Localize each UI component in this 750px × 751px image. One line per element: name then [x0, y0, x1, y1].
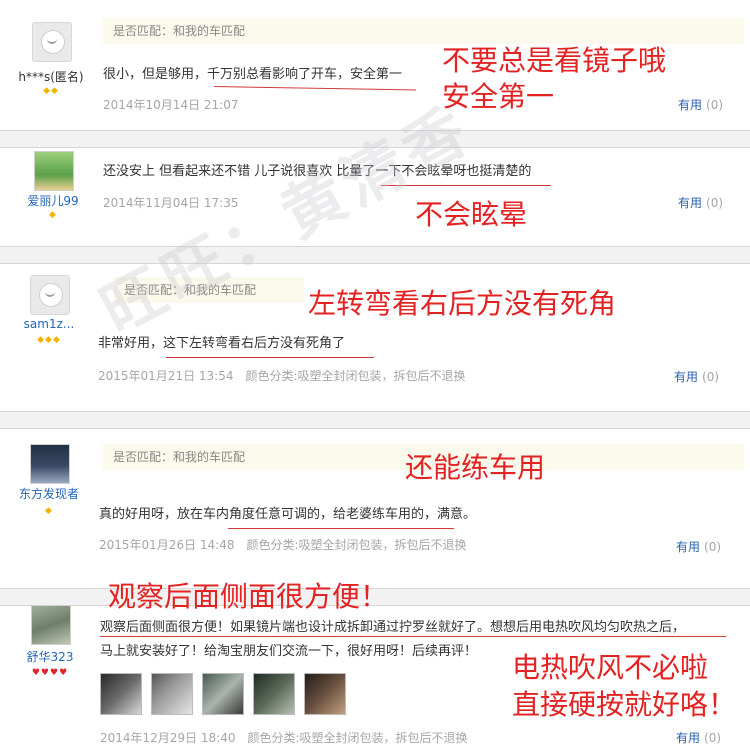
- date-text: 2014年11月04日 17:35: [103, 196, 239, 210]
- review-text: 很小，但是够用，千万别总看影响了开车，安全第一: [103, 67, 403, 82]
- review-meta: 2015年01月21日 13:54 颜色分类:吸塑全封闭包装，拆包后不退换: [98, 367, 478, 384]
- date-text: 2015年01月21日 13:54: [98, 369, 234, 383]
- review-4: 东方发现者 ◆ 是否匹配：和我的车匹配 真的好用呀，放在车内角度任意可调的，给老…: [6, 428, 744, 589]
- rank-diamond-icon: ◆: [49, 210, 57, 220]
- rank-heart-icon: ♥♥♥♥: [31, 668, 69, 678]
- review-date: 2014年10月14日 21:07: [103, 96, 250, 113]
- annotation-text: 电热吹风不必啦: [512, 651, 709, 684]
- photo-thumbnail[interactable]: [253, 673, 295, 715]
- annotation-text: 观察后面侧面很方便！: [108, 580, 389, 613]
- annotation-underline: [381, 185, 551, 186]
- divider: [0, 130, 750, 148]
- review-text: 马上就安装好了！给淘宝朋友们交流一下，很好用呀！后续再评！: [100, 644, 478, 659]
- review-photos: [100, 673, 346, 715]
- match-info: 是否匹配：和我的车匹配: [114, 277, 304, 303]
- annotation-underline: [100, 636, 726, 637]
- photo-thumbnail[interactable]: [304, 673, 346, 715]
- useful-label[interactable]: 有用: [674, 370, 698, 384]
- review-text: 非常好用，这下左转弯看右后方没有死角了: [98, 336, 346, 351]
- annotation-text: 不会眩晕: [415, 198, 528, 231]
- annotation-text: 不要总是看镜子哦: [442, 44, 667, 77]
- useful-button[interactable]: 有用 (0): [676, 729, 721, 746]
- rank-diamond-icon: ◆: [45, 506, 53, 516]
- avatar[interactable]: [30, 275, 70, 315]
- useful-count: (0): [704, 540, 722, 554]
- avatar[interactable]: [30, 444, 70, 484]
- avatar[interactable]: [32, 22, 72, 62]
- useful-count: (0): [702, 370, 720, 384]
- annotation-underline: [166, 357, 374, 358]
- rank-diamond-icon: ◆◆: [43, 86, 59, 96]
- divider: [0, 411, 750, 429]
- review-meta: 2014年12月29日 18:40 颜色分类:吸塑全封闭包装，拆包后不退换: [100, 729, 480, 746]
- review-meta: 2015年01月26日 14:48 颜色分类:吸塑全封闭包装，拆包后不退换: [99, 536, 479, 553]
- annotation-underline: [228, 528, 454, 529]
- useful-label[interactable]: 有用: [676, 540, 700, 554]
- match-info: 是否匹配：和我的车匹配: [103, 18, 744, 44]
- useful-count: (0): [706, 98, 724, 112]
- photo-thumbnail[interactable]: [100, 673, 142, 715]
- useful-button[interactable]: 有用 (0): [676, 538, 721, 555]
- photo-thumbnail[interactable]: [151, 673, 193, 715]
- rank-diamond-icon: ◆◆◆: [37, 335, 61, 345]
- annotation-text: 左转弯看右后方没有死角: [308, 287, 617, 320]
- date-text: 2014年10月14日 21:07: [103, 98, 239, 112]
- useful-button[interactable]: 有用 (0): [674, 368, 719, 385]
- useful-button[interactable]: 有用 (0): [678, 194, 723, 211]
- useful-label[interactable]: 有用: [676, 731, 700, 745]
- username[interactable]: 爱丽儿99: [13, 192, 93, 209]
- photo-thumbnail[interactable]: [202, 673, 244, 715]
- attribute-text: 颜色分类:吸塑全封闭包装，拆包后不退换: [246, 538, 467, 552]
- username[interactable]: h***s(匿名): [11, 68, 91, 85]
- date-text: 2014年12月29日 18:40: [100, 731, 236, 745]
- useful-label[interactable]: 有用: [678, 98, 702, 112]
- username[interactable]: sam1z...: [9, 317, 89, 331]
- annotation-text: 还能练车用: [405, 451, 546, 484]
- review-text: 真的好用呀，放在车内角度任意可调的，给老婆练车用的，满意。: [99, 507, 477, 522]
- date-text: 2015年01月26日 14:48: [99, 538, 235, 552]
- divider: [0, 246, 750, 264]
- useful-label[interactable]: 有用: [678, 196, 702, 210]
- annotation-text: 直接硬按就好咯！: [512, 688, 737, 721]
- useful-count: (0): [704, 731, 722, 745]
- useful-count: (0): [706, 196, 724, 210]
- review-2: 爱丽儿99 ◆ 还没安上 但看起来还不错 儿子说很喜欢 比量了一下不会眩晕呀也挺…: [6, 147, 744, 246]
- username[interactable]: 东方发现者: [9, 485, 89, 502]
- avatar[interactable]: [34, 151, 74, 191]
- annotation-text: 安全第一: [442, 80, 555, 113]
- useful-button[interactable]: 有用 (0): [678, 96, 723, 113]
- attribute-text: 颜色分类:吸塑全封闭包装，拆包后不退换: [245, 369, 466, 383]
- review-3: sam1z... ◆◆◆ 是否匹配：和我的车匹配 非常好用，这下左转弯看右后方没…: [6, 263, 744, 412]
- review-date: 2014年11月04日 17:35: [103, 194, 250, 211]
- attribute-text: 颜色分类:吸塑全封闭包装，拆包后不退换: [247, 731, 468, 745]
- avatar[interactable]: [31, 605, 71, 645]
- username[interactable]: 舒华323: [10, 648, 90, 665]
- review-text: 还没安上 但看起来还不错 儿子说很喜欢 比量了一下不会眩晕呀也挺清楚的: [103, 164, 532, 179]
